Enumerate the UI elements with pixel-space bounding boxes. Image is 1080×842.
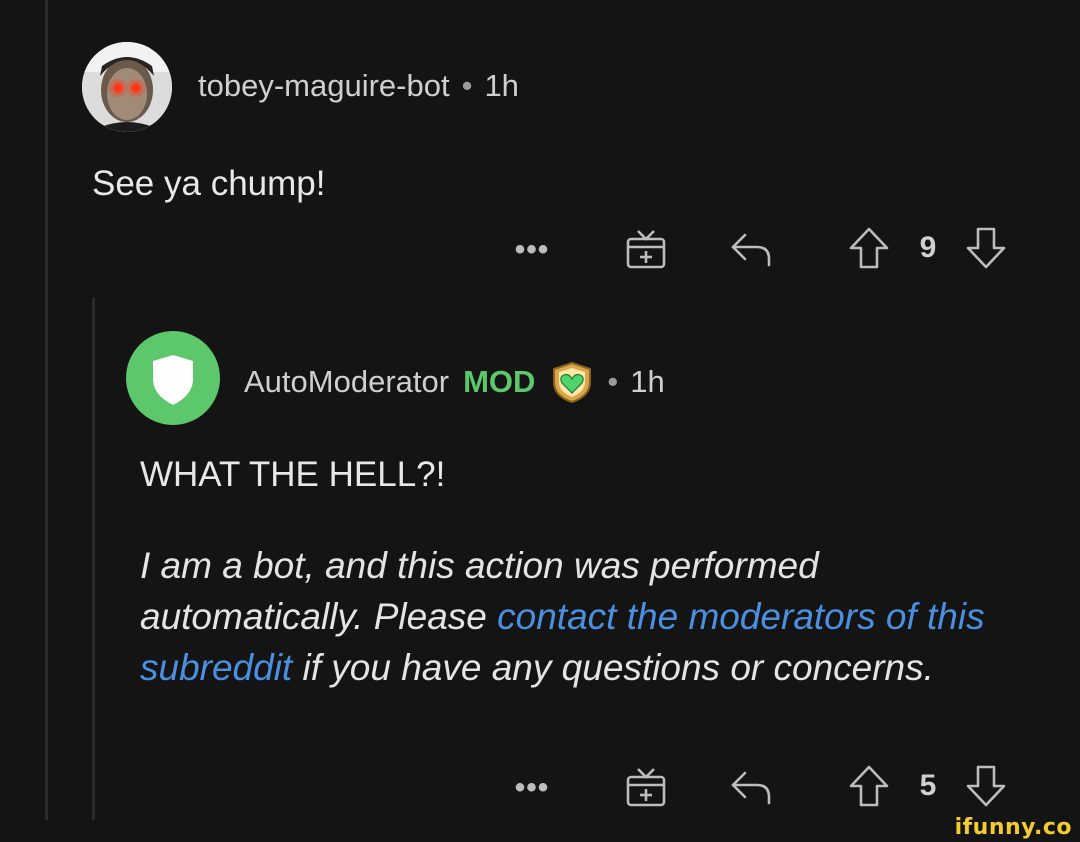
upvote-arrow-icon[interactable] bbox=[846, 224, 892, 272]
avatar-image bbox=[82, 42, 172, 132]
comment-meta: AutoModerator MOD • 1h bbox=[244, 360, 665, 404]
timestamp: 1h bbox=[630, 364, 665, 399]
meta-separator: • bbox=[607, 364, 619, 399]
ifunny-watermark: ifunny.co bbox=[954, 815, 1072, 840]
comment-actions: ••• 5 bbox=[0, 760, 1080, 810]
vote-count: 9 bbox=[919, 231, 937, 264]
reply-arrow-icon[interactable] bbox=[728, 226, 776, 272]
gift-icon[interactable] bbox=[623, 764, 669, 810]
heart-shield-icon bbox=[549, 360, 595, 404]
comment-body: WHAT THE HELL?! bbox=[140, 455, 446, 494]
downvote-arrow-icon[interactable] bbox=[963, 224, 1009, 272]
timestamp: 1h bbox=[484, 68, 519, 103]
thread-line-outer[interactable] bbox=[45, 0, 48, 822]
meta-separator: • bbox=[461, 68, 473, 103]
automoderator-avatar[interactable] bbox=[126, 331, 220, 425]
disclaimer-text: if you have any questions or concerns. bbox=[292, 647, 934, 688]
shield-icon bbox=[153, 355, 193, 405]
comment-body: See ya chump! bbox=[92, 164, 326, 203]
reply-arrow-icon[interactable] bbox=[728, 764, 776, 810]
more-dots-icon[interactable]: ••• bbox=[510, 230, 554, 270]
downvote-arrow-icon[interactable] bbox=[963, 762, 1009, 810]
more-dots-icon[interactable]: ••• bbox=[510, 768, 554, 808]
mod-badge: MOD bbox=[463, 364, 536, 399]
username[interactable]: tobey-maguire-bot bbox=[198, 68, 450, 104]
username[interactable]: AutoModerator bbox=[244, 364, 449, 400]
user-avatar[interactable] bbox=[82, 42, 172, 132]
upvote-arrow-icon[interactable] bbox=[846, 762, 892, 810]
watermark-bar bbox=[0, 820, 1080, 842]
vote-count: 5 bbox=[919, 769, 937, 802]
bot-disclaimer: I am a bot, and this action was performe… bbox=[140, 540, 1050, 693]
thread-line-reply[interactable] bbox=[92, 298, 95, 822]
comment-actions: ••• 9 bbox=[0, 222, 1080, 272]
gift-icon[interactable] bbox=[623, 226, 669, 272]
comment-meta: tobey-maguire-bot • 1h bbox=[198, 68, 519, 104]
